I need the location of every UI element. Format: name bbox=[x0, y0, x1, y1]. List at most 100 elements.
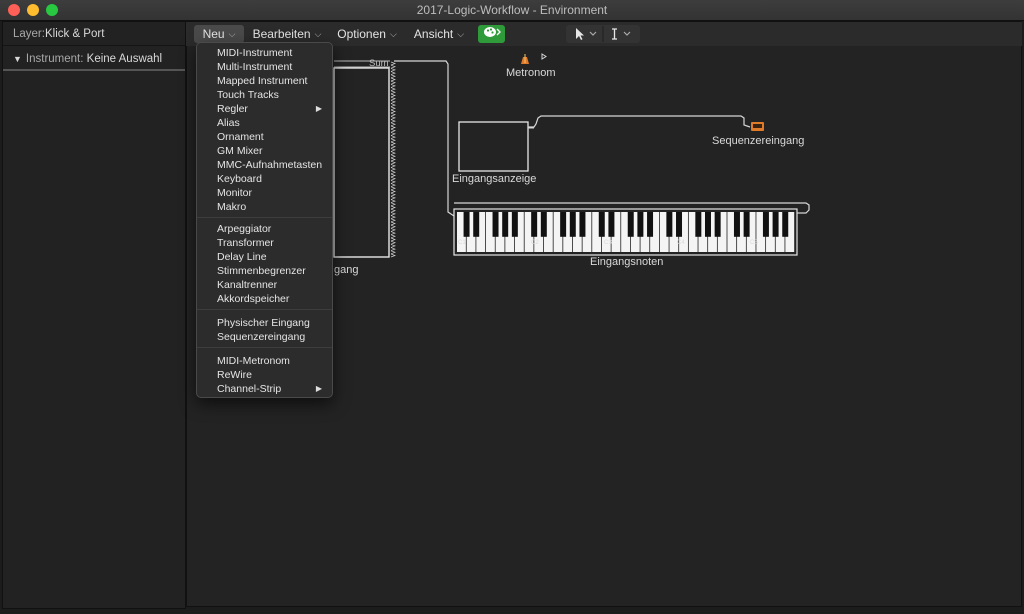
environment-objects bbox=[333, 53, 810, 258]
neu-dropdown-menu: MIDI-Instrument Multi-Instrument Mapped … bbox=[196, 42, 333, 398]
sequenzer-input-icon bbox=[751, 122, 764, 131]
port-triangle bbox=[390, 186, 396, 191]
black-key bbox=[637, 212, 644, 237]
menu-item-stimmenbegrenzer[interactable]: Stimmenbegrenzer bbox=[197, 264, 332, 278]
menu-item-physischer-eingang[interactable]: Physischer Eingang bbox=[197, 316, 332, 330]
physical-input-label[interactable]: gang bbox=[334, 264, 358, 276]
menu-item-touch-tracks[interactable]: Touch Tracks bbox=[197, 88, 332, 102]
port-triangle bbox=[390, 202, 396, 207]
port-triangle bbox=[390, 90, 396, 95]
eingangsnoten-label[interactable]: Eingangsnoten bbox=[590, 256, 663, 268]
port-triangle bbox=[390, 170, 396, 175]
menu-item-rewire[interactable]: ReWire bbox=[197, 368, 332, 382]
black-key bbox=[676, 212, 683, 237]
black-key bbox=[695, 212, 702, 237]
port-triangle bbox=[390, 138, 396, 143]
port-triangle bbox=[390, 164, 396, 168]
menu-item-sequenzereingang[interactable]: Sequenzereingang bbox=[197, 330, 332, 344]
menu-item-midi-metronom[interactable]: MIDI-Metronom bbox=[197, 354, 332, 368]
cable-to-sequenzer bbox=[528, 115, 751, 128]
port-triangle bbox=[390, 167, 396, 171]
black-key bbox=[627, 212, 634, 237]
menu-item-arpeggiator[interactable]: Arpeggiator bbox=[197, 222, 332, 236]
black-key bbox=[733, 212, 740, 237]
port-triangle bbox=[390, 96, 396, 101]
menu-item-regler[interactable]: Regler ▶ bbox=[197, 102, 332, 116]
port-triangle bbox=[390, 180, 396, 184]
port-triangle bbox=[390, 87, 396, 91]
port-triangle bbox=[390, 84, 396, 88]
eingangsanzeige-object bbox=[458, 121, 529, 172]
port-triangle bbox=[390, 160, 396, 165]
cable-sum-to-keyboard bbox=[394, 60, 455, 217]
black-key bbox=[569, 212, 576, 237]
black-key bbox=[743, 212, 750, 237]
menu-item-delay-line[interactable]: Delay Line bbox=[197, 250, 332, 264]
black-key bbox=[473, 212, 480, 237]
menu-item-akkordspeicher[interactable]: Akkordspeicher bbox=[197, 292, 332, 306]
port-triangle bbox=[390, 205, 396, 210]
menu-item-channel-strip[interactable]: Channel-Strip ▶ bbox=[197, 382, 332, 396]
black-key bbox=[598, 212, 605, 237]
menu-item-transformer[interactable]: Transformer bbox=[197, 236, 332, 250]
port-triangle bbox=[390, 116, 396, 120]
black-key bbox=[463, 212, 470, 237]
menu-item-kanaltrenner[interactable]: Kanaltrenner bbox=[197, 278, 332, 292]
black-key bbox=[502, 212, 509, 237]
menu-item-gm-mixer[interactable]: GM Mixer bbox=[197, 144, 332, 158]
black-key bbox=[647, 212, 654, 237]
menu-item-multi-instrument[interactable]: Multi-Instrument bbox=[197, 60, 332, 74]
port-triangle bbox=[390, 157, 396, 162]
menu-item-mmc-aufnahmetasten[interactable]: MMC-Aufnahmetasten bbox=[197, 158, 332, 172]
port-triangle bbox=[390, 77, 396, 82]
keyboard-keys bbox=[457, 212, 795, 252]
port-triangle bbox=[390, 80, 396, 85]
physical-input-object bbox=[333, 67, 390, 258]
menu-item-midi-instrument[interactable]: MIDI-Instrument bbox=[197, 46, 332, 60]
menu-item-makro[interactable]: Makro bbox=[197, 200, 332, 214]
menu-separator bbox=[197, 217, 332, 218]
black-key bbox=[666, 212, 673, 237]
menu-item-ornament[interactable]: Ornament bbox=[197, 130, 332, 144]
port-triangle bbox=[390, 234, 396, 239]
port-triangle bbox=[390, 212, 396, 216]
black-key bbox=[772, 212, 779, 237]
black-key bbox=[492, 212, 499, 237]
menu-separator bbox=[197, 309, 332, 310]
metronom-label[interactable]: Metronom bbox=[506, 67, 556, 79]
port-triangle bbox=[390, 103, 396, 107]
octave-label-c3: C3 bbox=[604, 240, 612, 246]
port-triangle bbox=[390, 218, 396, 223]
black-key bbox=[579, 212, 586, 237]
port-triangle bbox=[390, 215, 396, 219]
menu-item-monitor[interactable]: Monitor bbox=[197, 186, 332, 200]
port-triangle bbox=[390, 144, 396, 149]
port-triangle bbox=[390, 109, 396, 114]
port-triangle bbox=[390, 247, 396, 251]
sequenzereingang-label[interactable]: Sequenzereingang bbox=[712, 135, 804, 147]
port-triangle bbox=[390, 64, 396, 69]
submenu-arrow-icon: ▶ bbox=[315, 104, 322, 113]
port-triangle bbox=[390, 192, 396, 197]
black-key bbox=[608, 212, 615, 237]
black-key bbox=[762, 212, 769, 237]
menu-item-keyboard[interactable]: Keyboard bbox=[197, 172, 332, 186]
octave-label-c4: C4 bbox=[677, 240, 685, 246]
menu-item-regler-label: Regler bbox=[217, 103, 248, 115]
black-key bbox=[704, 212, 711, 237]
menu-item-mapped-instrument[interactable]: Mapped Instrument bbox=[197, 74, 332, 88]
cable-keyboard-loop bbox=[454, 202, 810, 214]
octave-label-c5: C5 bbox=[750, 240, 758, 246]
port-triangle bbox=[390, 176, 396, 181]
physical-input-ports bbox=[390, 61, 396, 258]
port-triangle bbox=[390, 141, 396, 146]
sum-label: Sum bbox=[369, 58, 389, 69]
port-triangle bbox=[390, 189, 396, 194]
menu-item-alias[interactable]: Alias bbox=[197, 116, 332, 130]
port-triangle bbox=[390, 128, 396, 133]
port-triangle bbox=[390, 208, 396, 213]
port-triangle bbox=[390, 173, 396, 178]
port-triangle bbox=[390, 253, 396, 258]
black-key bbox=[511, 212, 518, 237]
eingangsanzeige-label[interactable]: Eingangsanzeige bbox=[452, 173, 536, 185]
